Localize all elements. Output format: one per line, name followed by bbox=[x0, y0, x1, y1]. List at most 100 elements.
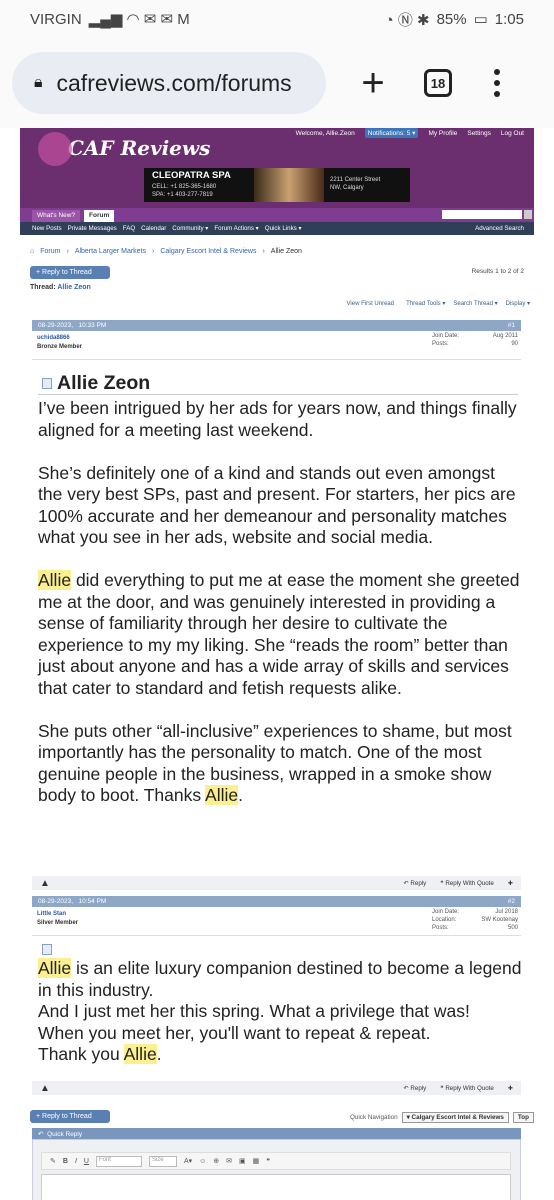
settings-link[interactable]: Settings bbox=[467, 130, 491, 137]
report-icon[interactable]: ▲ bbox=[40, 1083, 50, 1094]
nav-calendar[interactable]: Calendar bbox=[141, 225, 166, 232]
quote-icon[interactable]: ❝ bbox=[266, 1157, 270, 1165]
url-text: cafreviews.com/forums bbox=[56, 69, 292, 96]
search-thread-menu[interactable]: Search Thread ▾ bbox=[453, 300, 497, 307]
nav-quick-links[interactable]: Quick Links ▾ bbox=[265, 225, 302, 232]
reply-button[interactable]: ↶ Reply bbox=[404, 1085, 427, 1092]
post-body: Allie is an elite luxury companion desti… bbox=[38, 958, 524, 1066]
multi-quote-icon[interactable]: ✚ bbox=[508, 1085, 513, 1092]
status-icons: ◔ Ⓝ ✱ bbox=[384, 11, 430, 29]
logout-link[interactable]: Log Out bbox=[501, 130, 524, 137]
ad-phones: CELL: +1 825-365-1680 SPA: +1 403-277-781… bbox=[152, 184, 217, 198]
sub-nav: New Posts Private Messages FAQ Calendar … bbox=[20, 222, 534, 235]
notifications-button[interactable]: Notifications: 5 ▾ bbox=[364, 128, 419, 138]
reply-button[interactable]: ↶ Reply bbox=[404, 880, 427, 887]
post-username[interactable]: uchida8866 bbox=[37, 335, 70, 341]
tab-switcher-button[interactable]: 18 bbox=[424, 69, 452, 97]
tab-forum[interactable]: Forum bbox=[84, 210, 115, 222]
nav-forum-actions[interactable]: Forum Actions ▾ bbox=[214, 225, 258, 232]
advanced-search-link[interactable]: Advanced Search bbox=[475, 225, 524, 232]
highlighted-term: Allie bbox=[123, 1044, 157, 1064]
ad-name: CLEOPATRA SPA bbox=[152, 170, 231, 181]
highlighted-term: Allie bbox=[205, 785, 239, 805]
reply-to-thread-button[interactable]: + Reply to Thread bbox=[30, 1110, 110, 1123]
link-icon[interactable]: ⊕ bbox=[213, 1157, 219, 1165]
reply-to-thread-button[interactable]: + Reply to Thread bbox=[30, 266, 110, 279]
post-number[interactable]: #1 bbox=[508, 322, 515, 329]
display-menu[interactable]: Display ▾ bbox=[506, 300, 530, 307]
menu-icon[interactable] bbox=[494, 69, 500, 97]
post-paragraph: Allie did everything to put me at ease t… bbox=[38, 570, 520, 698]
post-user-info: uchida8866 Bronze Member Join Date: Posts… bbox=[32, 332, 521, 360]
search-input[interactable] bbox=[442, 210, 522, 219]
site-logo[interactable]: CAF Reviews bbox=[38, 132, 210, 166]
view-first-unread-link[interactable]: View First Unread bbox=[347, 301, 399, 307]
email-icon[interactable]: ✉ bbox=[226, 1157, 232, 1165]
search-icon[interactable] bbox=[524, 210, 532, 219]
banner-ad[interactable]: CLEOPATRA SPA CELL: +1 825-365-1680 SPA: … bbox=[144, 168, 410, 202]
my-profile-link[interactable]: My Profile bbox=[428, 130, 457, 137]
post-date: 08-29-2023, bbox=[38, 898, 74, 905]
status-bar: VIRGIN ▂▄▆ ◠ ✉ ✉ M ◔ Ⓝ ✱ 85% ▭ 1:05 bbox=[0, 0, 554, 38]
ad-image bbox=[254, 168, 324, 202]
italic-button[interactable]: I bbox=[75, 1158, 77, 1165]
report-icon[interactable]: ▲ bbox=[40, 878, 50, 889]
site-banner: CAF Reviews Welcome, Allie.Zeon Notifica… bbox=[20, 128, 534, 208]
format-icon[interactable]: ✎ bbox=[50, 1157, 56, 1165]
quick-nav-select[interactable]: ▾ Calgary Escort Intel & Reviews bbox=[401, 1112, 509, 1123]
font-select[interactable]: Font bbox=[95, 1155, 142, 1167]
forum-page: CAF Reviews Welcome, Allie.Zeon Notifica… bbox=[0, 128, 554, 1200]
multi-quote-icon[interactable]: ✚ bbox=[508, 880, 513, 887]
reply-with-quote-button[interactable]: ❝ Reply With Quote bbox=[440, 1085, 494, 1092]
battery-level: 85% bbox=[436, 10, 467, 28]
welcome-text: Welcome, Allie.Zeon bbox=[295, 129, 355, 137]
breadcrumb-current: Allie Zeon bbox=[270, 248, 302, 255]
browser-toolbar: 🔒︎ cafreviews.com/forums + 18 bbox=[0, 38, 554, 128]
thread-title: Thread: Allie Zeon bbox=[30, 284, 91, 291]
battery-icon: ▭ bbox=[473, 11, 488, 28]
new-tab-icon[interactable]: + bbox=[358, 61, 388, 106]
post-line: Thank you Allie. bbox=[38, 1044, 162, 1064]
nav-faq[interactable]: FAQ bbox=[123, 225, 135, 232]
thread-tools-menu[interactable]: Thread Tools ▾ bbox=[406, 300, 445, 307]
home-icon[interactable]: ⌂ bbox=[30, 248, 34, 255]
thread-tools: View First Unread Thread Tools ▾ Search … bbox=[347, 300, 530, 308]
nav-community[interactable]: Community ▾ bbox=[172, 225, 208, 232]
post-paragraph: She puts other “all-inclusive” experienc… bbox=[38, 720, 512, 805]
breadcrumb-alberta[interactable]: Alberta Larger Markets bbox=[75, 248, 146, 255]
editor-toolbar: ✎ B I U Font Size A▾ ☺ ⊕ ✉ ▣ ▦ ❝ bbox=[41, 1152, 511, 1170]
smiley-icon[interactable]: ☺ bbox=[199, 1158, 206, 1165]
reply-textarea[interactable] bbox=[41, 1174, 511, 1200]
post-line: And I just met her this spring. What a p… bbox=[38, 1001, 470, 1021]
top-button[interactable]: Top bbox=[512, 1112, 534, 1123]
signal-icon: ▂▄▆ ◠ ✉ ✉ M bbox=[88, 11, 190, 28]
post-body: I’ve been intrigued by her ads for years… bbox=[38, 398, 524, 828]
user-meta-labels: Join Date: Posts: bbox=[432, 333, 460, 347]
video-icon[interactable]: ▦ bbox=[253, 1157, 260, 1165]
user-meta-values: Jul 2018 SW Kootenay 500 bbox=[481, 909, 518, 931]
post-title: Allie Zeon bbox=[42, 372, 150, 395]
post-paragraph: She’s definitely one of a kind and stand… bbox=[38, 462, 516, 548]
image-icon[interactable]: ▣ bbox=[239, 1157, 246, 1165]
nav-new-posts[interactable]: New Posts bbox=[32, 225, 62, 232]
quick-nav-label: Quick Navigation bbox=[350, 1114, 398, 1121]
reply-icon: ↶ bbox=[38, 1131, 44, 1138]
breadcrumb-calgary[interactable]: Calgary Escort Intel & Reviews bbox=[160, 248, 256, 255]
user-meta-labels: Join Date: Location: Posts: bbox=[432, 909, 460, 931]
post-number[interactable]: #2 bbox=[508, 898, 515, 905]
reply-with-quote-button[interactable]: ❝ Reply With Quote bbox=[440, 880, 494, 887]
nav-private-messages[interactable]: Private Messages bbox=[68, 225, 117, 232]
carrier: VIRGIN bbox=[30, 10, 82, 28]
clock: 1:05 bbox=[494, 10, 524, 28]
text-color-button[interactable]: A▾ bbox=[184, 1157, 192, 1165]
address-bar[interactable]: 🔒︎ cafreviews.com/forums bbox=[12, 52, 326, 114]
underline-button[interactable]: U bbox=[84, 1158, 89, 1165]
bold-button[interactable]: B bbox=[63, 1158, 68, 1165]
post-header: 08-29-2023, 10:54 PM #2 bbox=[32, 896, 521, 907]
tab-whats-new[interactable]: What's New? bbox=[32, 210, 81, 222]
size-select[interactable]: Size bbox=[148, 1155, 177, 1167]
highlighted-term: Allie bbox=[38, 958, 72, 978]
post-username[interactable]: Little Stan bbox=[37, 911, 66, 917]
quick-reply-editor: ✎ B I U Font Size A▾ ☺ ⊕ ✉ ▣ ▦ ❝ bbox=[32, 1139, 521, 1200]
breadcrumb-forum[interactable]: Forum bbox=[40, 248, 60, 255]
